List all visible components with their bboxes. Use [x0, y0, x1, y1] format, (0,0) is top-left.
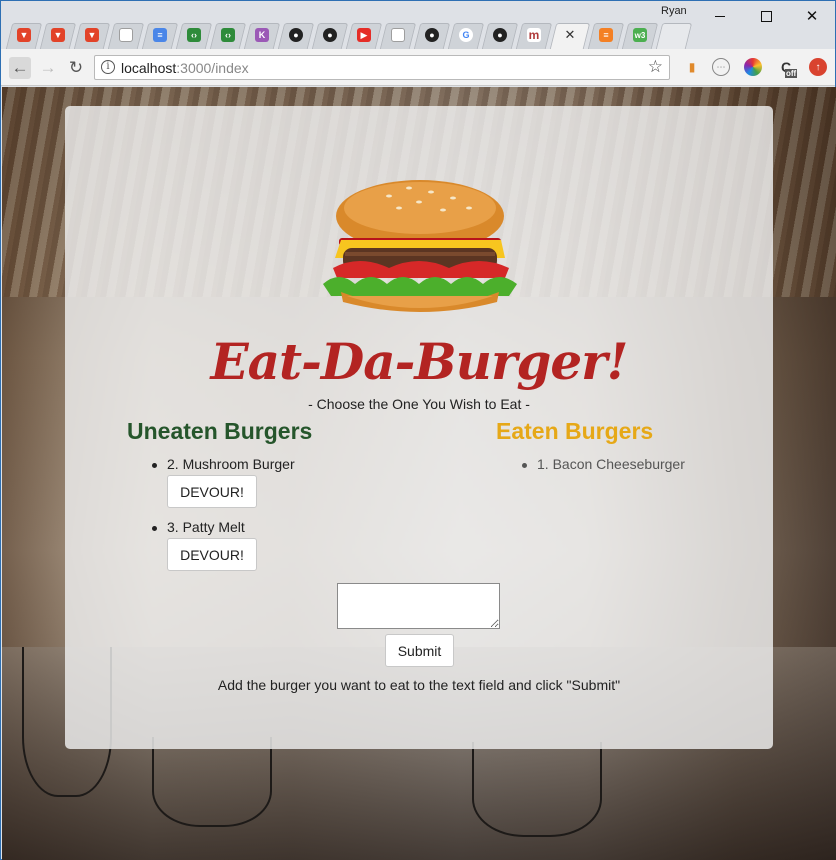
maximize-button[interactable]: [743, 1, 789, 31]
minimize-button[interactable]: [697, 1, 743, 31]
background-stool: [152, 737, 272, 827]
github-icon: ●: [493, 28, 507, 42]
profile-name[interactable]: Ryan: [661, 5, 687, 17]
page-icon: [391, 28, 405, 42]
tab[interactable]: w3: [623, 21, 657, 49]
instructions-text: Add the burger you want to eat to the te…: [217, 677, 621, 693]
address-bar[interactable]: i localhost:3000/index ☆: [94, 55, 670, 80]
cookie-ext-icon[interactable]: Coff: [777, 58, 798, 78]
tab[interactable]: ▶: [347, 21, 381, 49]
devour-button[interactable]: DEVOUR!: [167, 475, 257, 508]
m-icon: m: [527, 28, 541, 42]
close-window-button[interactable]: ✕: [789, 1, 835, 31]
tab[interactable]: ▼: [41, 21, 75, 49]
code-icon: ‹›: [221, 28, 235, 42]
title-bar: ▼ ▼ ▼ ≡ ‹› ‹› K ● ● ▶ ● G ● m ✕ ≡ w3 Rya…: [1, 1, 835, 49]
burger-name: 3. Patty Melt: [167, 519, 245, 535]
list-item: 3. Patty Melt DEVOUR!: [149, 519, 295, 582]
gitlab-icon: ▼: [51, 28, 65, 42]
youtube-icon: ▶: [357, 28, 371, 42]
star-icon[interactable]: ☆: [648, 57, 663, 77]
background-stool: [472, 742, 602, 837]
devour-button[interactable]: DEVOUR!: [167, 538, 257, 571]
code-icon: ‹›: [187, 28, 201, 42]
content-panel: Eat-Da-Burger! - Choose the One You Wish…: [65, 106, 773, 749]
gitlab-icon: ▼: [85, 28, 99, 42]
bookmark-ext-icon[interactable]: ▮: [683, 58, 701, 76]
tab[interactable]: K: [245, 21, 279, 49]
eaten-list: 1. Bacon Cheeseburger: [519, 456, 685, 472]
arrow-left-icon: ←: [11, 58, 29, 77]
tab[interactable]: ●: [483, 21, 517, 49]
back-button[interactable]: ←: [9, 57, 31, 79]
github-icon: ●: [289, 28, 303, 42]
burger-image: [323, 180, 517, 312]
list-item: 1. Bacon Cheeseburger: [519, 456, 685, 472]
close-icon[interactable]: ✕: [565, 27, 576, 43]
page-subtitle: - Choose the One You Wish to Eat -: [308, 396, 530, 412]
tab[interactable]: m: [517, 21, 551, 49]
toolbar: ← → ↻ i localhost:3000/index ☆ ▮ ⋯ Coff …: [1, 49, 835, 86]
tab[interactable]: [109, 21, 143, 49]
dev-ext-icon[interactable]: ⋯: [712, 58, 730, 76]
google-icon: G: [459, 28, 473, 42]
off-badge: off: [785, 69, 798, 78]
tab[interactable]: ▼: [75, 21, 109, 49]
uneaten-heading: Uneaten Burgers: [127, 418, 313, 444]
tab[interactable]: G: [449, 21, 483, 49]
github-icon: ●: [425, 28, 439, 42]
page-viewport: Eat-Da-Burger! - Choose the One You Wish…: [2, 87, 836, 860]
tab-strip: ▼ ▼ ▼ ≡ ‹› ‹› K ● ● ▶ ● G ● m ✕ ≡ w3: [7, 21, 691, 49]
reload-button[interactable]: ↻: [65, 57, 87, 79]
w3-icon: w3: [633, 28, 647, 42]
uneaten-list: 2. Mushroom Burger DEVOUR! 3. Patty Melt…: [149, 456, 295, 582]
tab[interactable]: ‹›: [177, 21, 211, 49]
tab[interactable]: ●: [415, 21, 449, 49]
burger-name-input[interactable]: [337, 583, 500, 629]
gitlab-icon: ▼: [17, 28, 31, 42]
tab[interactable]: ≡: [143, 21, 177, 49]
tab[interactable]: ●: [313, 21, 347, 49]
new-tab-button[interactable]: [657, 21, 691, 49]
url-text[interactable]: localhost:3000/index: [121, 60, 249, 76]
stackoverflow-icon: ≡: [599, 28, 613, 42]
tab[interactable]: ‹›: [211, 21, 245, 49]
browser-window: ▼ ▼ ▼ ≡ ‹› ‹› K ● ● ▶ ● G ● m ✕ ≡ w3 Rya…: [0, 0, 836, 860]
tab[interactable]: [381, 21, 415, 49]
update-ext-icon[interactable]: ↑: [809, 58, 827, 76]
github-icon: ●: [323, 28, 337, 42]
k-icon: K: [255, 28, 269, 42]
page-title: Eat-Da-Burger!: [210, 332, 629, 391]
tab-active[interactable]: ✕: [551, 21, 589, 49]
arrow-right-icon: →: [39, 58, 57, 77]
submit-button[interactable]: Submit: [385, 634, 454, 667]
list-item: 2. Mushroom Burger DEVOUR!: [149, 456, 295, 519]
tab[interactable]: ≡: [589, 21, 623, 49]
burger-name: 1. Bacon Cheeseburger: [537, 456, 685, 472]
color-wheel-ext-icon[interactable]: [744, 58, 762, 76]
reload-icon: ↻: [68, 58, 84, 77]
info-icon[interactable]: i: [101, 60, 115, 74]
url-host: localhost: [121, 60, 177, 76]
url-path: :3000/index: [176, 60, 249, 76]
docs-icon: ≡: [153, 28, 167, 42]
tab[interactable]: ●: [279, 21, 313, 49]
burger-name: 2. Mushroom Burger: [167, 456, 295, 472]
page-icon: [119, 28, 133, 42]
tab[interactable]: ▼: [7, 21, 41, 49]
eaten-heading: Eaten Burgers: [496, 418, 654, 444]
forward-button[interactable]: →: [37, 57, 59, 79]
